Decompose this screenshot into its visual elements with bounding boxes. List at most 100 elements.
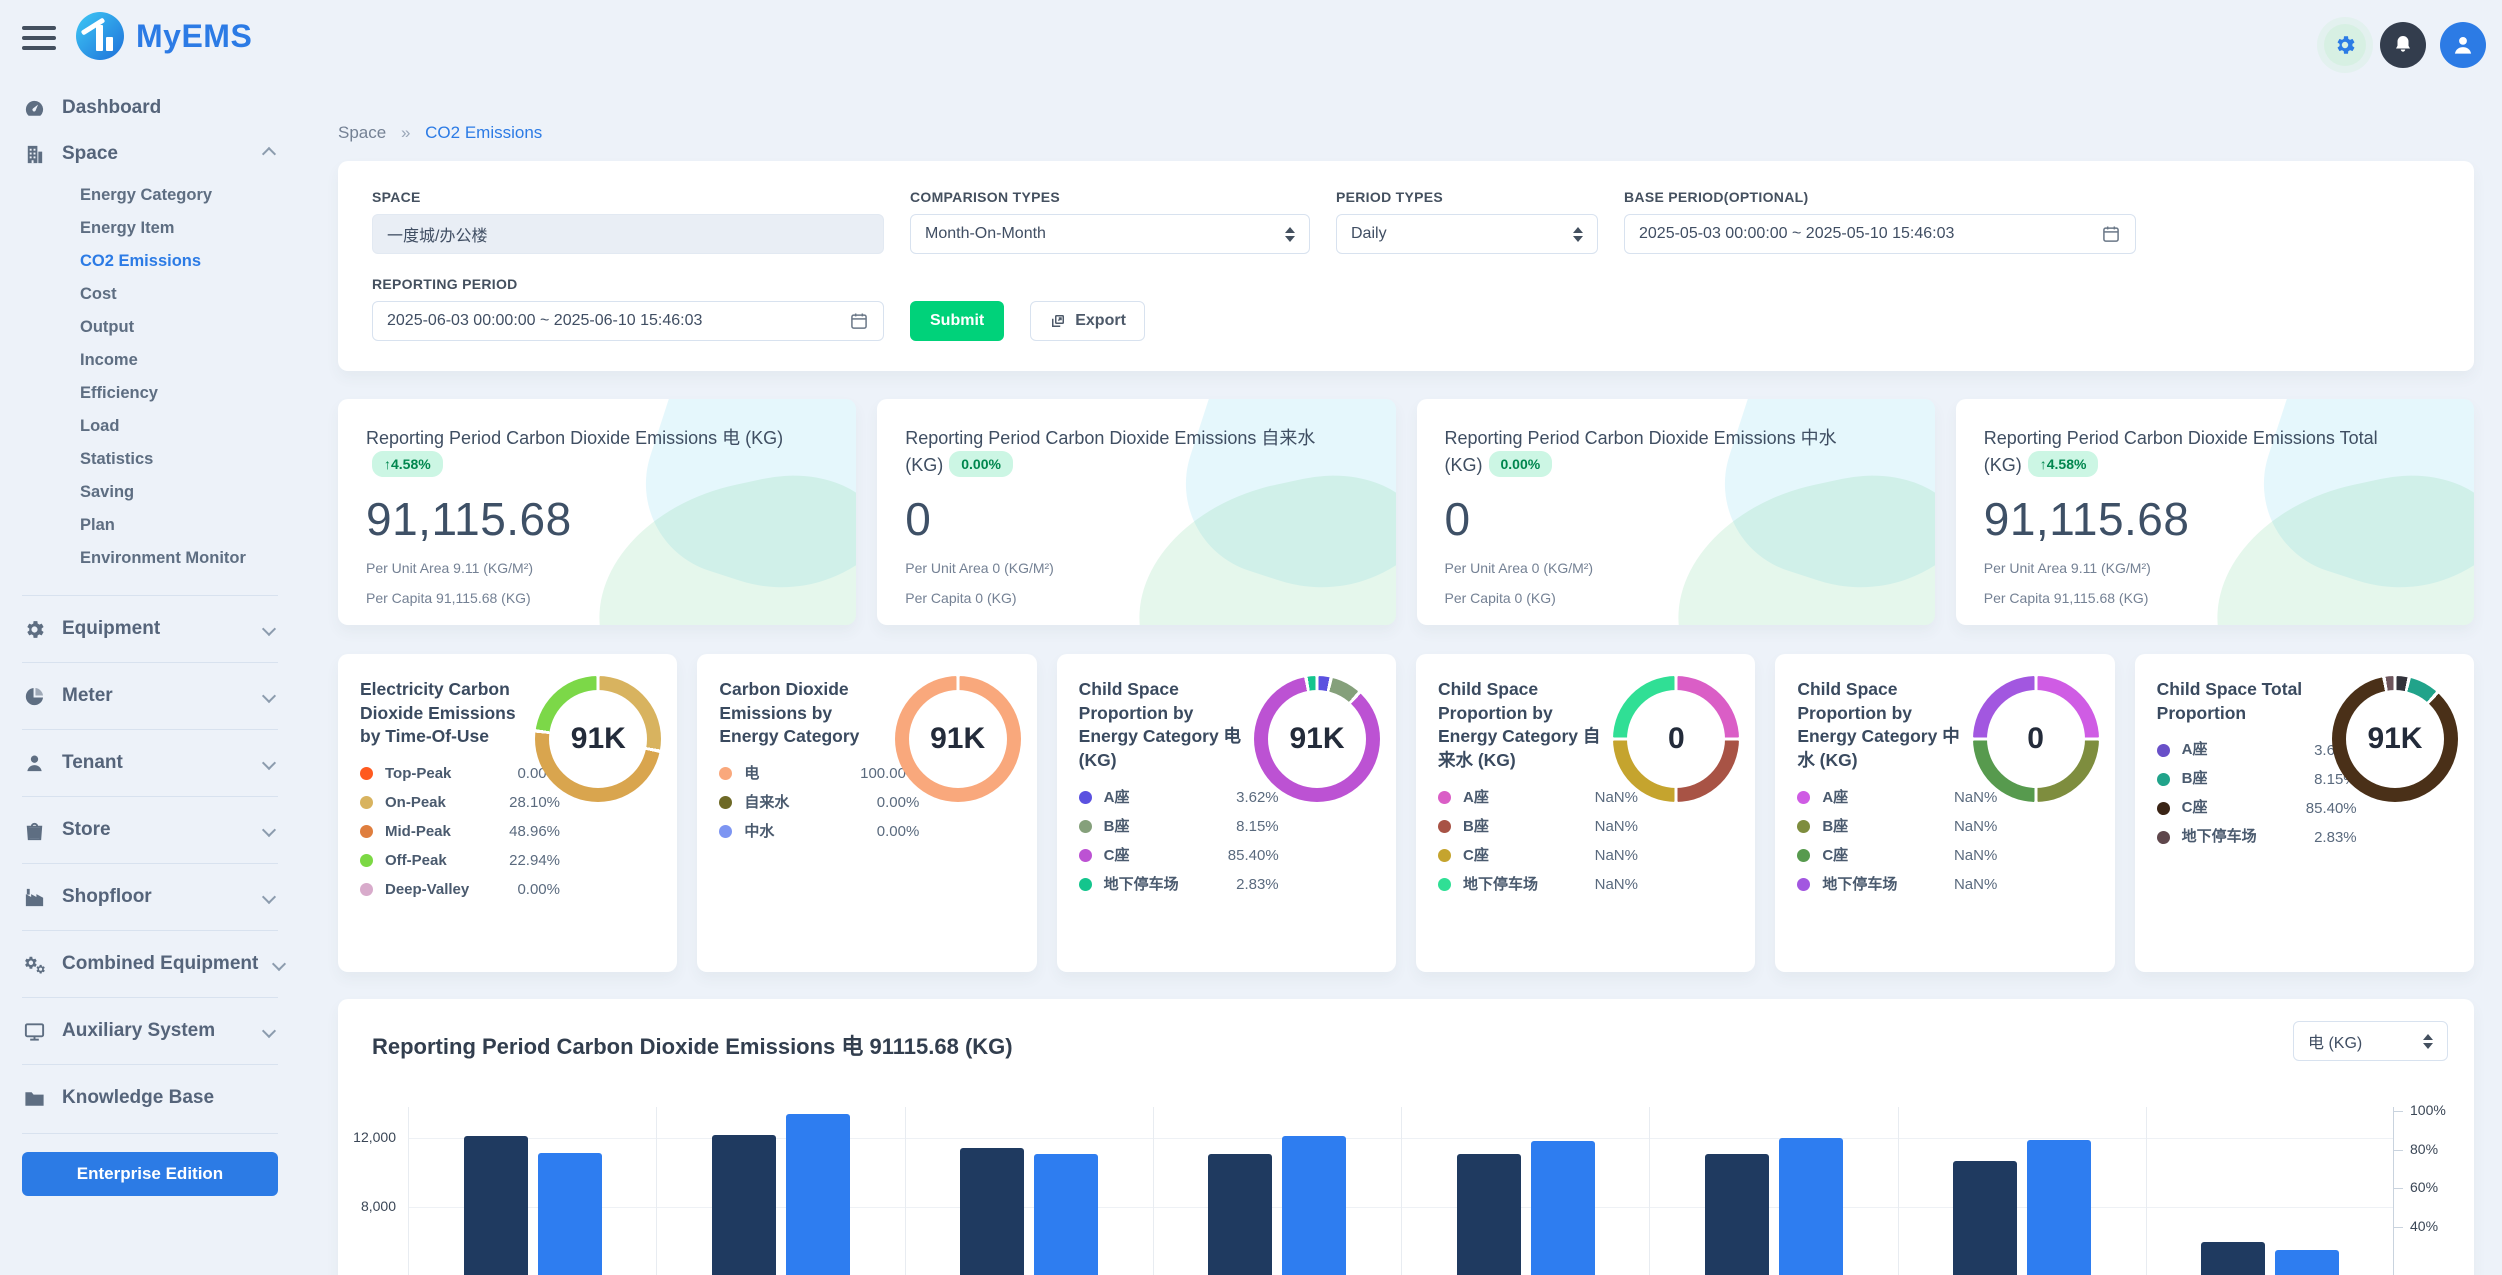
sidebar-item-space[interactable]: Space <box>22 131 278 177</box>
per-unit-area-text: Per Unit Area 0 (KG/M²) <box>905 560 1367 576</box>
sidebar-subitem-efficiency[interactable]: Efficiency <box>80 377 278 410</box>
legend-row: Deep-Valley0.00% <box>360 881 560 899</box>
base-period-input[interactable]: 2025-05-03 00:00:00 ~ 2025-05-10 15:46:0… <box>1624 214 2136 254</box>
bar-reporting-period <box>1282 1136 1346 1275</box>
sidebar-submenu: Energy CategoryEnergy ItemCO2 EmissionsC… <box>22 177 278 585</box>
sidebar-subitem-plan[interactable]: Plan <box>80 509 278 542</box>
legend-dot-icon <box>719 825 732 838</box>
sidebar-item-tenant[interactable]: Tenant <box>22 740 278 786</box>
chevron-up-icon <box>262 147 276 161</box>
per-capita-text: Per Capita 91,115.68 (KG) <box>366 590 828 606</box>
person-icon <box>22 751 46 775</box>
sidebar-subitem-co2-emissions[interactable]: CO2 Emissions <box>80 245 278 278</box>
sidebar-item-store[interactable]: Store <box>22 807 278 853</box>
legend-row: A座NaN% <box>1797 789 1997 807</box>
legend-dot-icon <box>360 825 373 838</box>
sidebar-subitem-income[interactable]: Income <box>80 344 278 377</box>
settings-icon[interactable] <box>2324 24 2366 66</box>
bar-chart-title: Reporting Period Carbon Dioxide Emission… <box>372 1029 2440 1061</box>
enterprise-edition-button[interactable]: Enterprise Edition <box>22 1152 278 1196</box>
legend-value: 3.62% <box>1236 789 1279 806</box>
select-arrows-icon <box>2423 1034 2433 1049</box>
breadcrumb-current[interactable]: CO2 Emissions <box>425 123 542 142</box>
legend-label: C座 <box>1104 847 1196 865</box>
right-axis-tick <box>2394 1188 2403 1189</box>
sidebar-item-label: Dashboard <box>62 97 278 119</box>
legend-row: C座85.40% <box>1079 847 1279 865</box>
donut-legend: Top-Peak0.00%On-Peak28.10%Mid-Peak48.96%… <box>360 765 560 899</box>
metric-value: 91,115.68 <box>1984 492 2446 546</box>
sidebar-item-meter[interactable]: Meter <box>22 673 278 719</box>
donut-center-value: 91K <box>549 690 647 788</box>
legend-row: 自来水0.00% <box>719 794 919 812</box>
per-capita-text: Per Capita 0 (KG) <box>1445 590 1907 606</box>
right-axis-tick-label: 60% <box>2410 1179 2438 1195</box>
sidebar-item-equipment[interactable]: Equipment <box>22 606 278 652</box>
bar-base-period <box>960 1148 1024 1275</box>
energy-unit-select[interactable]: 电 (KG) <box>2293 1021 2448 1061</box>
sidebar-subitem-energy-item[interactable]: Energy Item <box>80 212 278 245</box>
legend-row: 地下停车场2.83% <box>2157 828 2357 846</box>
donut-card-title: Electricity Carbon Dioxide Emissions by … <box>360 678 528 749</box>
donut-center-value: 91K <box>1268 690 1366 788</box>
category-slot <box>656 1107 904 1275</box>
submit-button[interactable]: Submit <box>910 301 1004 341</box>
legend-value: NaN% <box>1595 876 1638 893</box>
legend-row: A座3.62% <box>2157 741 2357 759</box>
legend-value: 2.83% <box>1236 876 1279 893</box>
legend-row: A座NaN% <box>1438 789 1638 807</box>
hamburger-menu-icon[interactable] <box>22 26 56 50</box>
breadcrumb-space[interactable]: Space <box>338 123 386 142</box>
period-types-select[interactable]: Daily <box>1336 214 1598 254</box>
right-axis-line <box>2393 1107 2394 1275</box>
donut-center-value: 91K <box>2346 690 2444 788</box>
bar-reporting-period <box>2275 1250 2339 1275</box>
notifications-icon[interactable] <box>2380 22 2426 68</box>
sidebar-subitem-saving[interactable]: Saving <box>80 476 278 509</box>
legend-value: 0.00% <box>517 881 560 898</box>
metric-card-title: Reporting Period Carbon Dioxide Emission… <box>1984 425 2414 478</box>
category-slot <box>1898 1107 2146 1275</box>
legend-label: 中水 <box>744 823 836 841</box>
reporting-period-input[interactable]: 2025-06-03 00:00:00 ~ 2025-06-10 15:46:0… <box>372 301 884 341</box>
donut-chart: 91K <box>1254 676 1380 802</box>
bar-base-period <box>1953 1161 2017 1275</box>
comparison-types-select[interactable]: Month-On-Month <box>910 214 1310 254</box>
sidebar-subitem-cost[interactable]: Cost <box>80 278 278 311</box>
sidebar-item-shopfloor[interactable]: Shopfloor <box>22 874 278 920</box>
sidebar-item-label: Shopfloor <box>62 886 248 908</box>
per-unit-area-text: Per Unit Area 9.11 (KG/M²) <box>366 560 828 576</box>
chevron-down-icon <box>262 1024 276 1038</box>
sidebar-item-knowledge-base[interactable]: Knowledge Base <box>22 1075 278 1121</box>
metric-value: 0 <box>1445 492 1907 546</box>
pie-icon <box>22 684 46 708</box>
space-input[interactable]: 一度城/办公楼 <box>372 214 884 254</box>
calendar-icon <box>2101 224 2121 244</box>
user-avatar-icon[interactable] <box>2440 22 2486 68</box>
bar-reporting-period <box>1779 1138 1843 1275</box>
legend-row: 中水0.00% <box>719 823 919 841</box>
legend-row: B座8.15% <box>1079 818 1279 836</box>
legend-label: B座 <box>1822 818 1914 836</box>
sidebar-item-dashboard[interactable]: Dashboard <box>22 85 278 131</box>
sidebar-item-combined-equipment[interactable]: Combined Equipment <box>22 941 278 987</box>
legend-row: B座8.15% <box>2157 770 2357 788</box>
legend-row: 地下停车场NaN% <box>1797 876 1997 894</box>
sidebar-item-auxiliary-system[interactable]: Auxiliary System <box>22 1008 278 1054</box>
space-label: SPACE <box>372 189 884 205</box>
legend-value: 85.40% <box>2306 800 2357 817</box>
sidebar-subitem-environment-monitor[interactable]: Environment Monitor <box>80 542 278 575</box>
category-slot <box>1153 1107 1401 1275</box>
sidebar-subitem-statistics[interactable]: Statistics <box>80 443 278 476</box>
sidebar-subitem-load[interactable]: Load <box>80 410 278 443</box>
legend-dot-icon <box>1079 878 1092 891</box>
metric-card: Reporting Period Carbon Dioxide Emission… <box>1956 399 2474 625</box>
legend-label: Off-Peak <box>385 852 477 870</box>
legend-dot-icon <box>1797 791 1810 804</box>
export-button[interactable]: Export <box>1030 301 1145 341</box>
metric-card: Reporting Period Carbon Dioxide Emission… <box>877 399 1395 625</box>
sidebar-item-label: Tenant <box>62 752 248 774</box>
legend-dot-icon <box>360 854 373 867</box>
sidebar-subitem-energy-category[interactable]: Energy Category <box>80 179 278 212</box>
sidebar-subitem-output[interactable]: Output <box>80 311 278 344</box>
